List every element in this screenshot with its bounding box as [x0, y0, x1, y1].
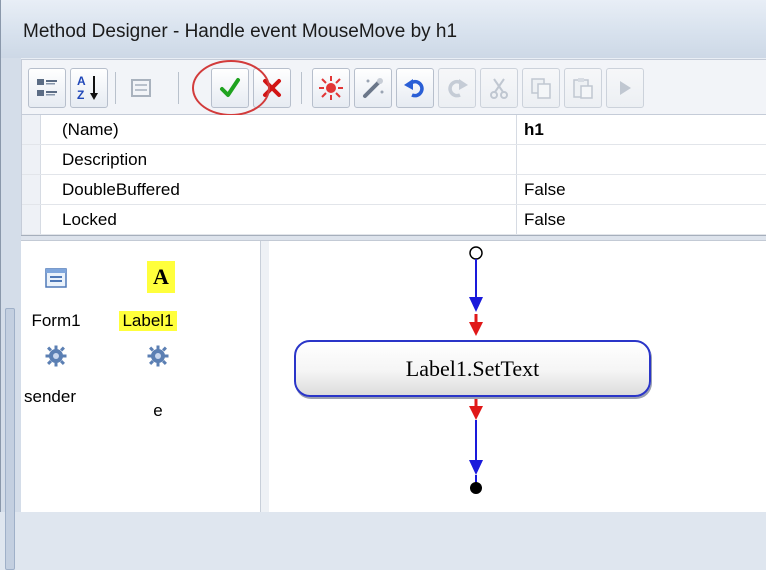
- end-node[interactable]: [470, 482, 482, 494]
- inlet-arrow[interactable]: [469, 322, 483, 336]
- start-node[interactable]: [469, 246, 483, 260]
- flow-connectors: [469, 246, 483, 494]
- method-designer-window: Method Designer - Handle event MouseMove…: [0, 0, 766, 570]
- action-node[interactable]: Label1.SetText: [294, 340, 651, 397]
- action-label: Label1.SetText: [405, 355, 540, 381]
- flow-arrow: [469, 297, 483, 312]
- outlet-arrow[interactable]: [469, 406, 483, 420]
- flow-arrow: [469, 460, 483, 475]
